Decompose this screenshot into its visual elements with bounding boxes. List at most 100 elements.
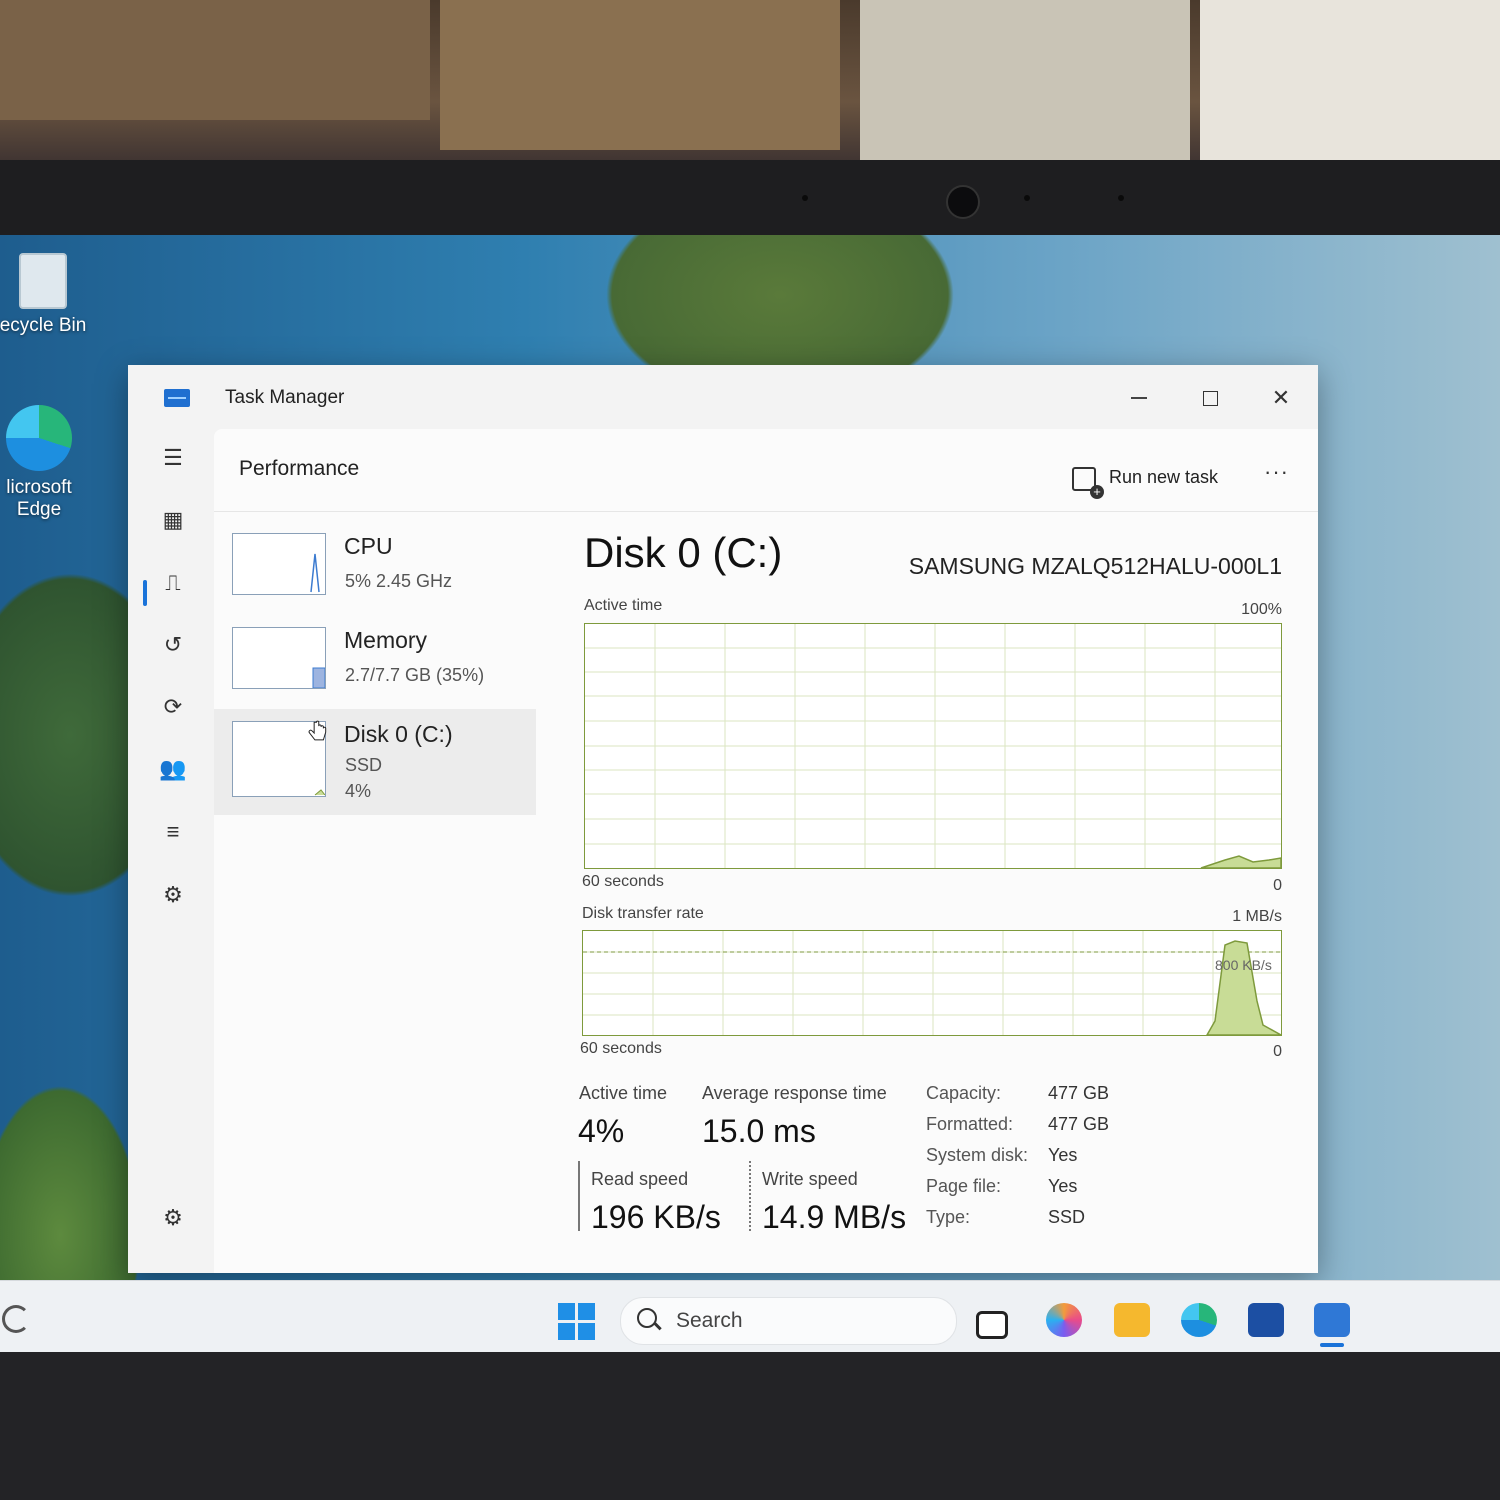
sensor-dot: [1024, 195, 1030, 201]
disk-title: Disk 0 (C:): [584, 529, 783, 576]
device-detail: 4%: [345, 781, 372, 801]
startup-apps-icon[interactable]: ⟳: [156, 690, 190, 724]
property-key: Page file:: [926, 1176, 1002, 1196]
active-time-graph: [584, 623, 1282, 869]
read-speed-label: Read speed: [591, 1169, 689, 1189]
active-time-max-label: 100%: [1241, 601, 1282, 618]
edge-icon: [6, 405, 72, 471]
search-icon: [637, 1308, 657, 1328]
desktop-icon-label: Edge: [16, 499, 62, 520]
transfer-rate-max-label: 1 MB/s: [1232, 908, 1282, 925]
cardboard-box: [0, 0, 430, 120]
property-value: 477 GB: [1048, 1114, 1110, 1134]
start-logo-tile: [578, 1323, 595, 1340]
property-key: Formatted:: [926, 1114, 1014, 1134]
desktop-icon-label: ecycle Bin: [0, 315, 87, 336]
read-speed-divider: [578, 1161, 580, 1231]
maximize-button[interactable]: [1190, 381, 1230, 415]
services-icon[interactable]: ⚙: [156, 878, 190, 912]
cardboard-box: [440, 0, 840, 150]
file-explorer-icon[interactable]: [1114, 1303, 1150, 1337]
webcam: [946, 185, 980, 219]
active-time-span-label: 60 seconds: [582, 873, 664, 890]
edge-icon[interactable]: [1181, 1303, 1217, 1337]
read-speed-value: 196 KB/s: [591, 1199, 721, 1235]
run-new-task-label: Run new task: [1109, 467, 1219, 487]
laptop-bezel-bottom: [0, 1352, 1500, 1500]
store-icon[interactable]: [1248, 1303, 1284, 1337]
close-button[interactable]: ✕: [1261, 381, 1301, 415]
widgets-icon[interactable]: [2, 1305, 30, 1333]
device-detail: SSD: [345, 755, 383, 775]
property-key: Type:: [926, 1207, 971, 1227]
avg-response-stat-label: Average response time: [702, 1083, 887, 1103]
copilot-icon[interactable]: [1046, 1303, 1082, 1337]
taskbar-search-box[interactable]: Search: [620, 1297, 957, 1345]
performance-icon[interactable]: ⎍: [156, 566, 190, 600]
sensor-dot: [802, 195, 808, 201]
write-speed-value: 14.9 MB/s: [762, 1199, 907, 1235]
desktop: ecycle Bin licrosoft Edge Task Manager ✕…: [0, 235, 1500, 1352]
desktop-icon-edge[interactable]: licrosoft Edge: [0, 405, 84, 521]
settings-icon[interactable]: ⚙: [156, 1201, 190, 1235]
property-value: SSD: [1048, 1207, 1086, 1227]
active-time-stat-label: Active time: [579, 1083, 668, 1103]
menu-icon[interactable]: ☰: [156, 441, 190, 475]
cpu-thumbnail-graph: [232, 533, 326, 595]
sensor-dot: [1118, 195, 1124, 201]
property-value: 477 GB: [1048, 1083, 1110, 1103]
write-speed-label: Write speed: [762, 1169, 858, 1189]
minimize-button[interactable]: [1119, 381, 1159, 415]
device-detail: 5% 2.45 GHz: [345, 571, 453, 591]
write-speed-divider: [749, 1161, 751, 1231]
device-name: Disk 0 (C:): [344, 721, 453, 747]
device-detail: 2.7/7.7 GB (35%): [345, 665, 485, 685]
search-label: Search: [676, 1309, 743, 1332]
avg-response-stat-value: 15.0 ms: [702, 1113, 816, 1149]
run-task-icon: [1072, 467, 1104, 499]
transfer-rate-graph: 800 KB/s: [582, 930, 1282, 1036]
processes-icon[interactable]: ▦: [156, 503, 190, 537]
device-item-memory[interactable]: Memory 2.7/7.7 GB (35%): [214, 615, 536, 709]
start-button[interactable]: [558, 1303, 596, 1341]
property-value: Yes: [1048, 1176, 1078, 1196]
transfer-rate-mark-label: 800 KB/s: [1215, 957, 1272, 973]
start-logo-tile: [558, 1323, 575, 1340]
title-bar[interactable]: Task Manager ✕: [128, 365, 1318, 429]
page-header: Performance Run new task ···: [214, 429, 1318, 512]
active-app-indicator: [1320, 1343, 1344, 1347]
task-view-icon[interactable]: [976, 1311, 1008, 1339]
disk-model: SAMSUNG MZALQ512HALU-000L1: [908, 553, 1282, 579]
property-key: System disk:: [926, 1145, 1029, 1165]
page-title: Performance: [239, 457, 360, 480]
performance-page: Performance Run new task ··· CPU 5% 2.45…: [214, 429, 1318, 1273]
desktop-icon-label: licrosoft: [6, 477, 72, 498]
nav-selected-indicator: [143, 580, 147, 606]
start-logo-tile: [558, 1303, 575, 1320]
property-value: Yes: [1048, 1145, 1078, 1165]
desktop-icon-recycle-bin[interactable]: ecycle Bin: [0, 253, 88, 337]
start-logo-tile: [578, 1303, 595, 1320]
transfer-rate-graph-label: Disk transfer rate: [582, 905, 704, 922]
details-icon[interactable]: ≡: [156, 815, 190, 849]
active-time-min-label: 0: [1273, 877, 1282, 894]
device-name: CPU: [344, 533, 393, 559]
more-options-button[interactable]: ···: [1264, 459, 1289, 485]
transfer-rate-graph-svg: [583, 931, 1281, 1035]
users-icon[interactable]: 👥: [156, 752, 190, 786]
active-time-graph-svg: [585, 624, 1281, 868]
property-key: Capacity:: [926, 1083, 1002, 1103]
taskbar: Search: [0, 1280, 1500, 1352]
plastic-bag: [1200, 0, 1500, 170]
task-manager-icon: [164, 389, 190, 407]
bottle: [860, 0, 1190, 170]
transfer-rate-span-label: 60 seconds: [580, 1040, 662, 1057]
device-item-cpu[interactable]: CPU 5% 2.45 GHz: [214, 521, 536, 615]
app-history-icon[interactable]: ↺: [156, 628, 190, 662]
hand-cursor-icon: [308, 720, 327, 741]
nav-rail: ☰ ▦ ⎍ ↺ ⟳ 👥 ≡ ⚙ ⚙: [128, 429, 214, 1273]
memory-thumbnail-graph: [232, 627, 326, 689]
task-manager-icon[interactable]: [1314, 1303, 1350, 1337]
background-photo: [0, 0, 1500, 170]
device-item-disk-0[interactable]: Disk 0 (C:) SSD 4%: [214, 709, 536, 815]
